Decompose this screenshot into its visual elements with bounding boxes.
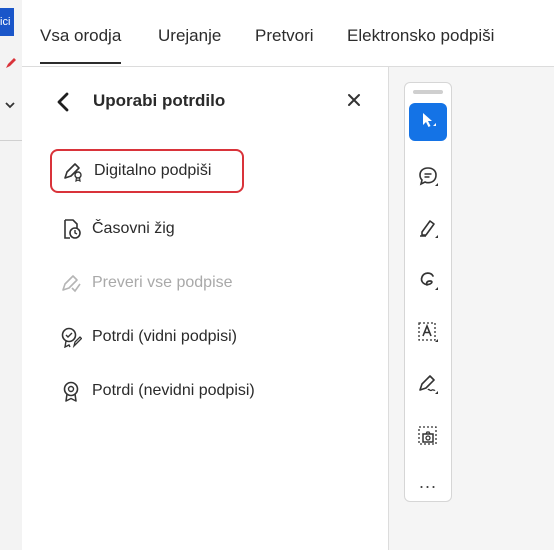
- chevron-down-icon[interactable]: [4, 98, 16, 116]
- digital-sign-item[interactable]: Digitalno podpiši: [50, 149, 244, 193]
- digital-sign-label: Digitalno podpiši: [94, 162, 212, 179]
- digital-sign-icon: [62, 160, 84, 183]
- panel-header: Uporabi potrdilo: [22, 67, 388, 137]
- timestamp-label: Časovni žig: [92, 220, 175, 237]
- use-certificate-panel: Uporabi potrdilo Digitalno podpiši Časov…: [22, 67, 389, 550]
- tab-all-tools[interactable]: Vsa orodja: [40, 26, 122, 64]
- certify-invisible-label: Potrdi (nevidni podpisi): [92, 382, 255, 399]
- certify-visible-item[interactable]: Potrdi (vidni podpisi): [50, 315, 237, 359]
- certify-visible-icon: [60, 326, 83, 349]
- tab-edit[interactable]: Urejanje: [158, 26, 221, 46]
- left-app-strip: ici: [0, 0, 23, 550]
- certify-invisible-item[interactable]: Potrdi (nevidni podpisi): [50, 369, 255, 413]
- timestamp-item[interactable]: Časovni žig: [50, 207, 175, 251]
- draw-tool-button[interactable]: [409, 263, 447, 301]
- panel-title: Uporabi potrdilo: [93, 91, 226, 110]
- highlight-tool-button[interactable]: [409, 211, 447, 249]
- back-icon[interactable]: [52, 87, 76, 117]
- validate-signatures-item[interactable]: Preveri vse podpise: [50, 261, 233, 305]
- sign-icon: [417, 373, 439, 400]
- comment-tool-button[interactable]: [409, 159, 447, 197]
- tab-e-sign[interactable]: Elektronsko podpiši: [347, 26, 494, 46]
- more-tools-button[interactable]: ...: [409, 463, 447, 501]
- close-icon[interactable]: [342, 88, 366, 112]
- sign-tool-button[interactable]: [409, 367, 447, 405]
- snapshot-icon: [417, 425, 439, 452]
- quick-tools-toolbar: ...: [404, 82, 452, 502]
- validate-signatures-icon: [60, 272, 82, 294]
- select-icon: [418, 110, 438, 135]
- select-tool-button[interactable]: [409, 103, 447, 141]
- toolbar-drag-handle[interactable]: [413, 90, 443, 94]
- validate-signatures-label: Preveri vse podpise: [92, 274, 233, 291]
- more-icon: ...: [418, 471, 437, 492]
- certify-visible-label: Potrdi (vidni podpisi): [92, 328, 237, 345]
- top-tab-bar: Vsa orodja Urejanje Pretvori Elektronsko…: [22, 0, 554, 67]
- divider: [0, 140, 22, 141]
- timestamp-icon: [60, 218, 82, 240]
- text-select-tool-button[interactable]: [409, 315, 447, 353]
- tab-convert[interactable]: Pretvori: [255, 26, 314, 46]
- certify-invisible-icon: [60, 380, 82, 402]
- snapshot-tool-button[interactable]: [409, 419, 447, 457]
- highlight-icon: [417, 217, 439, 244]
- text-select-icon: [417, 321, 439, 348]
- left-strip-label: ici: [0, 8, 14, 36]
- comment-icon: [417, 165, 439, 192]
- draw-icon: [417, 269, 439, 296]
- pen-icon[interactable]: [4, 56, 18, 75]
